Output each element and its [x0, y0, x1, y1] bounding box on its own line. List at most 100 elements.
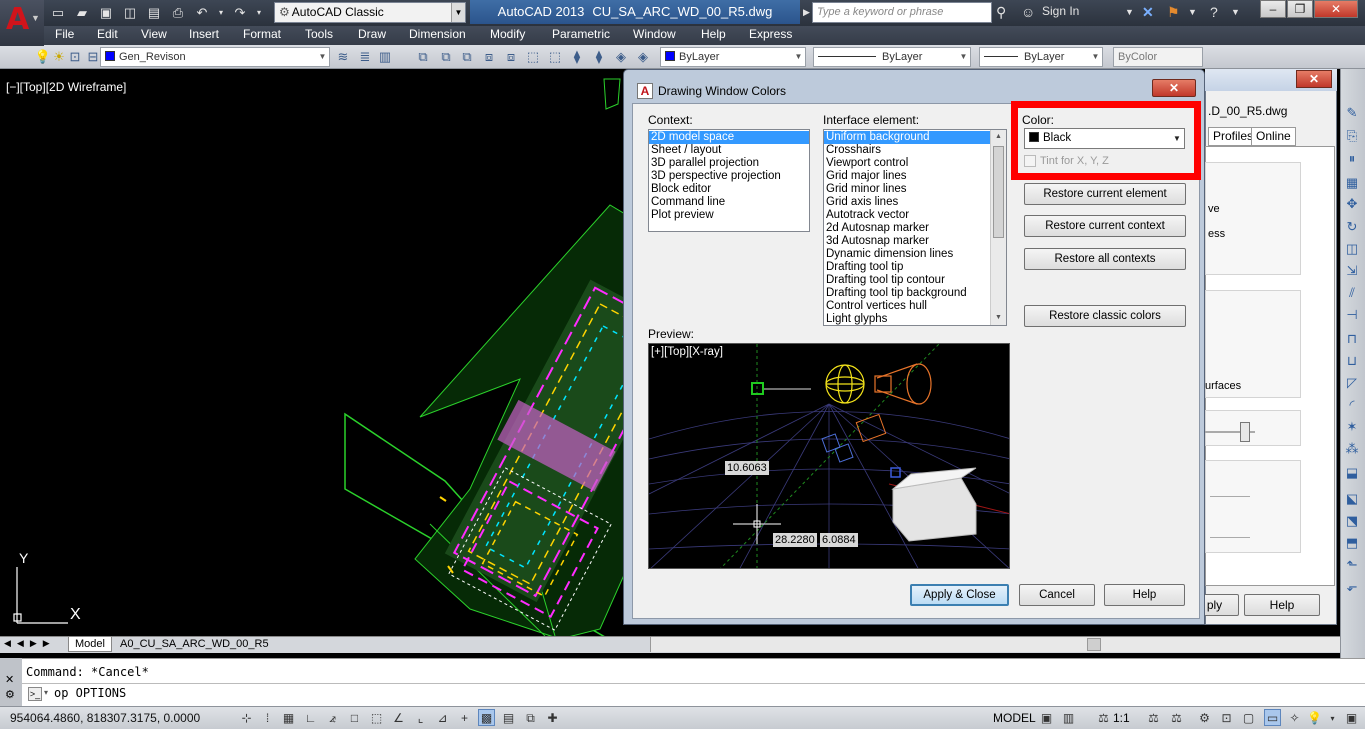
cancel-button[interactable]: Cancel [1019, 584, 1095, 606]
menu-format[interactable]: Format [243, 27, 281, 41]
list-item[interactable]: Grid major lines [824, 170, 1006, 183]
restore-button[interactable]: ❐ [1287, 0, 1313, 18]
object-snap-icon[interactable]: □ [346, 709, 363, 726]
layer-tool-icon[interactable]: ⬚ [546, 48, 564, 66]
layer-tool-icon[interactable]: ⧉ [437, 48, 455, 66]
ortho-icon[interactable]: ∟ [302, 709, 319, 726]
mirror-icon[interactable]: ⏸ [1343, 150, 1361, 168]
help-button[interactable]: Help [1104, 584, 1185, 606]
chevron-down-icon[interactable]: ▼ [1231, 3, 1240, 22]
quick-view-layouts-icon[interactable]: ▣ [1038, 709, 1055, 726]
lightbulb-icon[interactable]: 💡 [1306, 709, 1323, 726]
save-icon[interactable]: ▣ [96, 3, 116, 22]
tab-model[interactable]: Model [68, 637, 112, 652]
context-list[interactable]: 2D model space Sheet / layout 3D paralle… [648, 129, 810, 232]
lock-icon[interactable]: ⊡ [66, 48, 84, 66]
annotation-scale-value[interactable]: 1:1 [1113, 711, 1130, 725]
list-item[interactable]: Drafting tool tip background [824, 287, 1006, 300]
list-item[interactable]: Drafting tool tip contour [824, 274, 1006, 287]
infer-constraints-icon[interactable]: ⊹ [238, 709, 255, 726]
exchange-icon[interactable]: ✕ [1142, 3, 1154, 22]
help-icon[interactable]: ? [1210, 3, 1218, 22]
extend-icon[interactable]: ⊣ [1343, 306, 1361, 324]
list-item[interactable]: Sheet / layout [649, 144, 809, 157]
menu-parametric[interactable]: Parametric [552, 27, 610, 41]
coordinate-display[interactable]: 954064.4860, 818307.3175, 0.0000 [10, 711, 200, 725]
apply-close-button[interactable]: Apply & Close [910, 584, 1009, 606]
layer-states-icon[interactable]: ▥ [376, 48, 394, 66]
list-item[interactable]: Control vertices hull [824, 300, 1006, 313]
minimize-button[interactable]: – [1260, 0, 1286, 18]
menu-tools[interactable]: Tools [305, 27, 333, 41]
chevron-down-icon[interactable]: ▾ [44, 688, 48, 697]
tool-icon[interactable]: ⬔ [1343, 512, 1361, 530]
make-current-layer-icon[interactable]: ≋ [334, 48, 352, 66]
list-item[interactable]: Command line [649, 196, 809, 209]
list-item[interactable]: Block editor [649, 183, 809, 196]
sign-in-button[interactable]: Sign In [1042, 4, 1079, 18]
save-as-icon[interactable]: ◫ [120, 3, 140, 22]
menu-help[interactable]: Help [701, 27, 726, 41]
3d-object-snap-icon[interactable]: ⬚ [368, 709, 385, 726]
publish-icon[interactable]: ▤ [144, 3, 164, 22]
restore-context-button[interactable]: Restore current context [1024, 215, 1186, 237]
quick-view-drawings-icon[interactable]: ▥ [1060, 709, 1077, 726]
undo-dropdown-icon[interactable]: ▾ [216, 3, 226, 22]
print-icon[interactable]: ⎙ [168, 3, 188, 22]
tab-layout[interactable]: A0_CU_SA_ARC_WD_00_R5 [114, 637, 275, 652]
layer-tool-icon[interactable]: ⧫ [568, 48, 586, 66]
scroll-thumb[interactable] [993, 146, 1004, 238]
lineweight-control-combo[interactable]: ByLayer ▼ [979, 47, 1103, 67]
chevron-down-icon[interactable]: ▾ [1324, 709, 1341, 726]
restore-element-button[interactable]: Restore current element [1024, 183, 1186, 205]
quick-properties-icon[interactable]: ▤ [500, 709, 517, 726]
grid-icon[interactable]: ▦ [280, 709, 297, 726]
horizontal-scrollbar[interactable] [650, 637, 1340, 652]
rotate-icon[interactable]: ↻ [1343, 218, 1361, 236]
menu-edit[interactable]: Edit [97, 27, 118, 41]
new-icon[interactable]: ▭ [48, 3, 68, 22]
object-snap-tracking-icon[interactable]: ∠ [390, 709, 407, 726]
snap-mode-icon[interactable]: ⁞ [259, 709, 276, 726]
command-prompt-icon[interactable]: >_ [28, 687, 42, 701]
tool-icon[interactable]: ⬑ [1343, 556, 1361, 574]
list-item[interactable]: 3D parallel projection [649, 157, 809, 170]
list-item[interactable]: Uniform background [824, 131, 990, 144]
layer-tool-icon[interactable]: ⧉ [458, 48, 476, 66]
keyword-search-input[interactable]: Type a keyword or phrase [812, 2, 992, 23]
menu-dimension[interactable]: Dimension [409, 27, 466, 41]
menu-modify[interactable]: Modify [490, 27, 525, 41]
command-window-handle[interactable]: ✕ ⚙ [0, 658, 22, 706]
list-item[interactable]: 2d Autosnap marker [824, 222, 1006, 235]
polar-tracking-icon[interactable]: ⦨ [324, 709, 341, 726]
selection-cycling-icon[interactable]: ⧉ [522, 709, 539, 726]
redo-icon[interactable]: ↷ [230, 3, 250, 22]
layer-previous-icon[interactable]: ≣ [356, 48, 374, 66]
redo-dropdown-icon[interactable]: ▾ [254, 3, 264, 22]
array-icon[interactable]: ⁂ [1343, 440, 1361, 458]
linetype-control-combo[interactable]: ByLayer ▼ [813, 47, 971, 67]
explode-icon[interactable]: ✶ [1343, 418, 1361, 436]
interface-element-list[interactable]: Uniform background Crosshairs Viewport c… [823, 129, 1007, 326]
layer-tool-icon[interactable]: ◈ [612, 48, 630, 66]
annotation-scale-icon[interactable]: ⚖ [1095, 709, 1112, 726]
scroll-down-icon[interactable]: ▼ [991, 311, 1006, 325]
customize-icon[interactable]: ⚙ [5, 688, 15, 701]
list-item[interactable]: 3D perspective projection [649, 170, 809, 183]
tool-icon[interactable]: ⬒ [1343, 534, 1361, 552]
scroll-up-icon[interactable]: ▲ [991, 130, 1006, 144]
close-icon[interactable]: ✕ [5, 673, 14, 686]
list-item[interactable]: Dynamic dimension lines [824, 248, 1006, 261]
workspace-selector[interactable]: ⚙ AutoCAD Classic ▼ [274, 2, 466, 23]
dialog-close-button[interactable]: ✕ [1152, 79, 1196, 97]
erase-icon[interactable]: ✎ [1343, 104, 1361, 122]
lock-icon[interactable]: ⊡ [1218, 709, 1235, 726]
restore-all-button[interactable]: Restore all contexts [1024, 248, 1186, 270]
viewport-control[interactable]: [−][Top][2D Wireframe] [6, 80, 126, 94]
layer-tool-icon[interactable]: ⧈ [480, 48, 498, 66]
list-item[interactable]: Grid axis lines [824, 196, 1006, 209]
menu-window[interactable]: Window [633, 27, 676, 41]
tool-icon[interactable]: ⬐ [1343, 578, 1361, 596]
dynamic-ucs-icon[interactable]: ⌞ [412, 709, 429, 726]
menu-view[interactable]: View [141, 27, 167, 41]
